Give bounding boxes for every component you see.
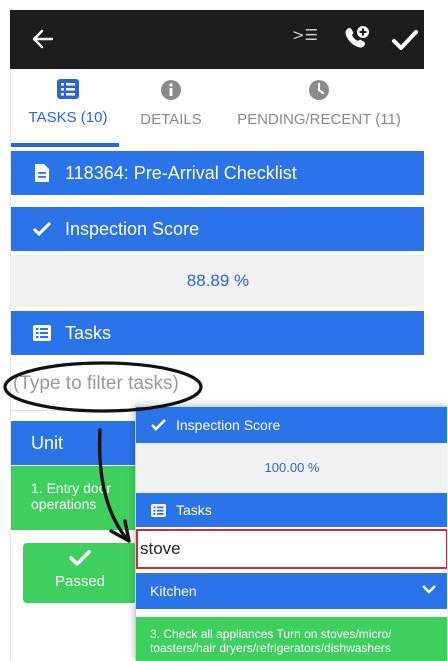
- tab-pending-recent-label: PENDING/RECENT (11): [237, 111, 401, 128]
- info-icon: [161, 80, 181, 100]
- inset-tasks-icon: [150, 502, 166, 518]
- inset-filter-input-highlight: [136, 529, 447, 569]
- add-call-icon[interactable]: [340, 22, 374, 56]
- kitchen-group-header[interactable]: Kitchen: [136, 573, 447, 609]
- tasks-list-icon: [31, 322, 53, 344]
- tab-bar: TASKS (10) DETAILS PENDING/RECENT (11): [11, 69, 424, 147]
- tasks-label: Tasks: [65, 322, 112, 343]
- zoomed-inset-panel: Inspection Score 100.00 % Tasks Kitchen …: [135, 406, 447, 661]
- tab-details[interactable]: DETAILS: [131, 69, 211, 147]
- passed-check-icon: [69, 550, 91, 566]
- outline-toggle-icon[interactable]: >☰: [292, 26, 318, 44]
- tab-details-label: DETAILS: [140, 111, 202, 128]
- tab-tasks-label: TASKS (10): [28, 109, 108, 126]
- kitchen-task-text: 3. Check all appliances Turn on stoves/m…: [150, 627, 392, 655]
- kitchen-task-row[interactable]: 3. Check all appliances Turn on stoves/m…: [136, 617, 447, 661]
- chevron-down-icon: [422, 585, 436, 594]
- task-row-text: 1. Entry door operations: [31, 480, 112, 512]
- check-icon: [31, 218, 53, 240]
- inspection-score-label: Inspection Score: [65, 218, 200, 239]
- active-tab-indicator: [11, 143, 119, 147]
- passed-button[interactable]: Passed: [23, 543, 137, 603]
- clock-icon: [309, 80, 329, 100]
- tab-pending-recent[interactable]: PENDING/RECENT (11): [229, 69, 409, 147]
- task-filter-input[interactable]: (Type to filter tasks): [11, 363, 424, 411]
- inspection-score-value: 88.89 %: [11, 255, 424, 307]
- passed-button-label: Passed: [54, 573, 106, 590]
- list-icon: [57, 79, 79, 99]
- inset-tasks-label: Tasks: [176, 502, 212, 518]
- inset-check-icon: [150, 417, 166, 433]
- tasks-header[interactable]: Tasks: [11, 311, 424, 355]
- checklist-header[interactable]: 118364: Pre-Arrival Checklist: [11, 151, 424, 195]
- save-check-icon[interactable]: [388, 23, 422, 57]
- task-filter-placeholder: (Type to filter tasks): [13, 373, 179, 394]
- inset-inspection-label: Inspection Score: [176, 417, 281, 433]
- app-bar: >☰: [10, 10, 424, 69]
- back-arrow-icon[interactable]: [28, 24, 58, 54]
- inset-inspection-header[interactable]: Inspection Score: [136, 407, 447, 443]
- kitchen-group-label: Kitchen: [150, 583, 197, 599]
- inset-filter-input[interactable]: [138, 531, 446, 567]
- inset-tasks-header[interactable]: Tasks: [136, 493, 447, 527]
- checklist-title: 118364: Pre-Arrival Checklist: [65, 162, 297, 183]
- unit-group-header[interactable]: Unit: [11, 421, 139, 465]
- tab-tasks[interactable]: TASKS (10): [25, 69, 111, 147]
- inspection-score-header[interactable]: Inspection Score: [11, 207, 424, 251]
- document-icon: [31, 162, 53, 184]
- task-row[interactable]: 1. Entry door operations: [11, 466, 139, 530]
- inset-score-value: 100.00 %: [136, 443, 447, 493]
